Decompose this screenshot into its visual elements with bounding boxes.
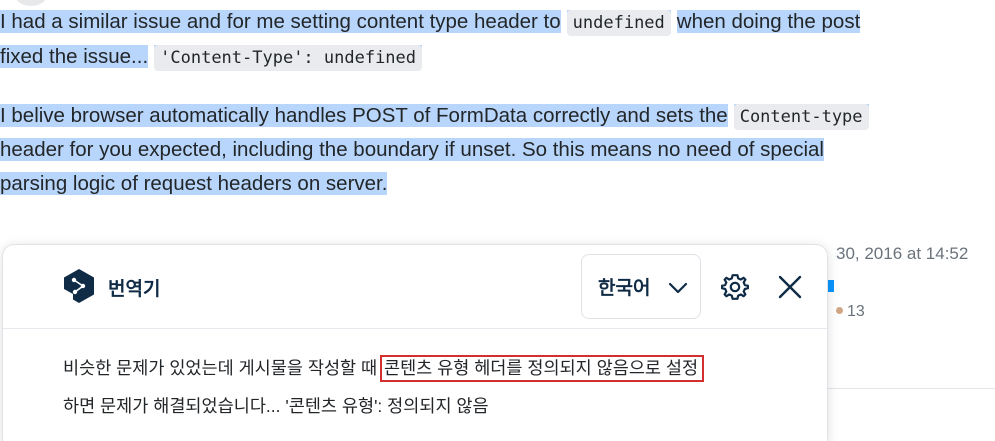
translator-popup: 번역기 한국어 비슷한 문제가 있었는데 게시물을 작성할 때 콘텐츠 유형 헤… bbox=[2, 244, 828, 441]
inline-code: 'Content-Type': undefined bbox=[154, 45, 423, 71]
answer-line-5: parsing logic of request headers on serv… bbox=[0, 166, 388, 202]
translation-text: 비슷한 문제가 있었는데 게시물을 작성할 때 콘텐츠 유형 헤더를 정의되지 … bbox=[63, 349, 803, 425]
user-link[interactable] bbox=[828, 280, 834, 292]
translator-header: 번역기 한국어 bbox=[3, 245, 827, 329]
highlighted-translation-segment: 콘텐츠 유형 헤더를 정의되지 않음으로 설정 bbox=[379, 355, 705, 382]
answer-line-4: header for you expected, including the b… bbox=[0, 132, 824, 168]
translation-line-1: 비슷한 문제가 있었는데 게시물을 작성할 때 콘텐츠 유형 헤더를 정의되지 … bbox=[63, 349, 803, 387]
post-date: 30, 2016 at 14:52 bbox=[836, 244, 969, 263]
chevron-down-icon bbox=[668, 282, 688, 294]
bronze-badge-value: 13 bbox=[847, 303, 865, 320]
target-language-select[interactable]: 한국어 bbox=[581, 254, 701, 319]
inline-code: Content-type bbox=[733, 104, 869, 130]
close-icon[interactable] bbox=[777, 274, 803, 300]
deepl-logo-icon bbox=[64, 269, 94, 303]
answer-text: I belive browser automatically handles P… bbox=[0, 104, 728, 127]
answer-line-2: fixed the issue... 'Content-Type': undefi… bbox=[0, 39, 423, 75]
divider bbox=[828, 388, 995, 389]
answer-text: when doing the post bbox=[676, 10, 861, 33]
answer-text: header for you expected, including the b… bbox=[0, 138, 824, 161]
translator-title: 번역기 bbox=[108, 279, 161, 300]
answer-line-3: I belive browser automatically handles P… bbox=[0, 98, 869, 134]
answer-line-1: I had a similar issue and for me setting… bbox=[0, 4, 861, 40]
answer-text: parsing logic of request headers on serv… bbox=[0, 172, 388, 195]
answer-text: fixed the issue... bbox=[0, 45, 149, 68]
target-language-label: 한국어 bbox=[598, 278, 651, 299]
translation-segment: 비슷한 문제가 있었는데 게시물을 작성할 때 bbox=[63, 358, 382, 378]
bronze-badge-count: 13 bbox=[836, 303, 865, 321]
translation-line-2: 하면 문제가 해결되었습니다... '콘텐츠 유형': 정의되지 않음 bbox=[63, 396, 489, 416]
inline-code: undefined bbox=[566, 10, 671, 36]
bronze-badge-icon bbox=[836, 307, 843, 314]
answer-text: I had a similar issue and for me setting… bbox=[0, 10, 561, 33]
gear-icon[interactable] bbox=[721, 273, 749, 301]
